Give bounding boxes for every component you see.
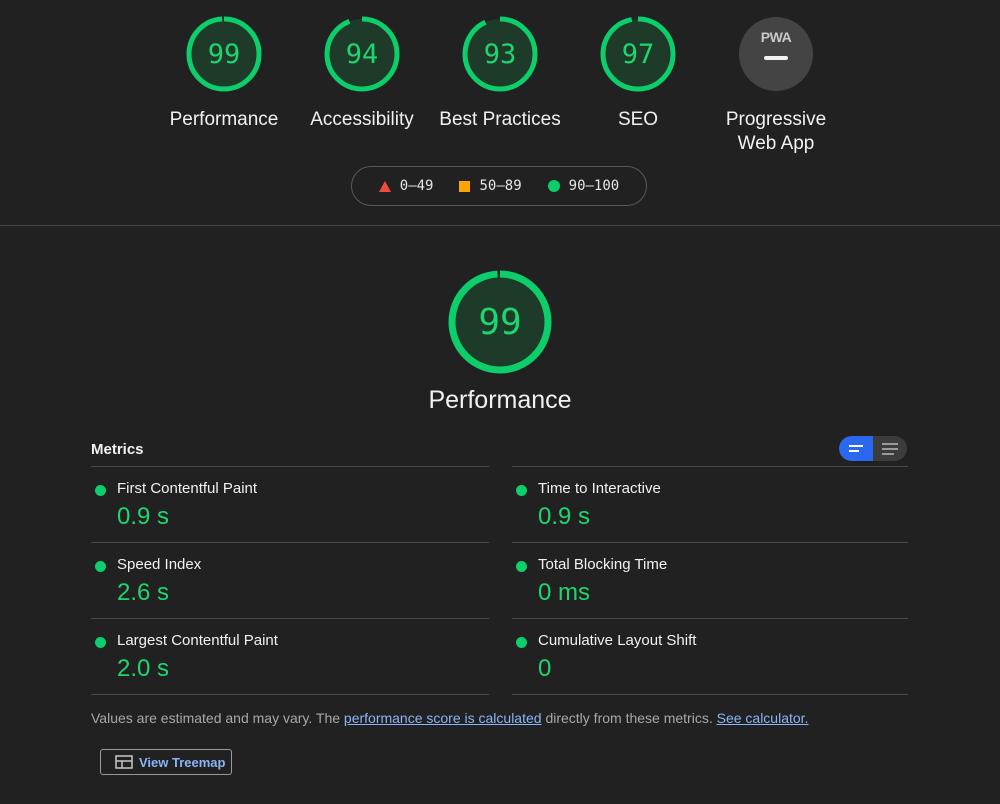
score-calculated-link[interactable]: performance score is calculated — [344, 710, 542, 726]
pass-circle-icon — [95, 485, 106, 496]
square-icon — [459, 180, 471, 192]
pass-circle-icon — [516, 637, 527, 648]
score-ring: 94 — [322, 14, 402, 94]
legend-average: 50–89 — [459, 178, 522, 194]
score-value: 93 — [483, 38, 517, 70]
legend-fail: 0–49 — [378, 178, 434, 194]
section-divider — [0, 225, 1000, 226]
metric-value: 2.0 s — [117, 655, 170, 682]
score-ring: 93 — [460, 14, 540, 94]
pwa-badge-icon: PWA — [739, 17, 813, 91]
see-calculator-link[interactable]: See calculator. — [717, 710, 809, 726]
metric-name: First Contentful Paint — [117, 480, 258, 497]
note-middle: directly from these metrics. — [541, 710, 717, 726]
view-treemap-button[interactable]: View Treemap — [100, 749, 232, 775]
metric-value: 0 ms — [538, 579, 591, 606]
pass-circle-icon — [516, 485, 527, 496]
metric-name: Time to Interactive — [538, 480, 661, 497]
metric-name: Largest Contentful Paint — [117, 632, 278, 649]
pass-circle-icon — [95, 637, 106, 648]
gauge-label: Performance — [169, 109, 279, 130]
expanded-view-button[interactable] — [873, 436, 907, 461]
gauge-label: SEO — [617, 109, 659, 130]
metrics-left-column: First Contentful Paint 0.9 s Speed Index… — [91, 466, 489, 695]
category-gauges: 99 Performance 94 Accessibility 93 Best … — [0, 14, 1000, 156]
metric-cumulative-layout-shift: Cumulative Layout Shift 0 — [512, 618, 908, 695]
score-value: 94 — [345, 38, 379, 70]
dash-icon — [764, 56, 788, 60]
gauge-label: Best Practices — [439, 109, 561, 130]
gauge-performance[interactable]: 99 Performance — [155, 14, 293, 156]
metrics-note: Values are estimated and may vary. The p… — [91, 710, 808, 726]
triangle-icon — [378, 180, 391, 192]
treemap-icon — [115, 755, 133, 769]
metrics-right-column: Time to Interactive 0.9 s Total Blocking… — [512, 466, 908, 695]
gauge-label-line1: Progressive — [725, 109, 827, 130]
circle-icon — [547, 180, 560, 192]
metric-name: Total Blocking Time — [538, 556, 668, 573]
list-compact-icon — [849, 445, 863, 452]
gauge-best-practices[interactable]: 93 Best Practices — [431, 14, 569, 156]
performance-score-value: 99 — [478, 301, 522, 343]
gauge-accessibility[interactable]: 94 Accessibility — [293, 14, 431, 156]
legend-fail-label: 0–49 — [399, 178, 434, 194]
metric-first-contentful-paint: First Contentful Paint 0.9 s — [91, 466, 489, 542]
score-ring: 97 — [598, 14, 678, 94]
legend-pass-label: 90–100 — [568, 178, 620, 194]
gauge-seo[interactable]: 97 SEO — [569, 14, 707, 156]
compact-view-button[interactable] — [839, 436, 873, 461]
gauge-label: Accessibility — [310, 109, 414, 130]
gauge-label: Progressive Web App — [726, 108, 826, 156]
performance-title: Performance — [428, 386, 572, 414]
metric-name: Cumulative Layout Shift — [538, 632, 697, 649]
metric-largest-contentful-paint: Largest Contentful Paint 2.0 s — [91, 618, 489, 695]
gauge-label-line2: Web App — [737, 133, 815, 154]
metrics-view-toggle[interactable] — [839, 436, 907, 461]
view-treemap-label: View Treemap — [139, 754, 226, 770]
metric-time-to-interactive: Time to Interactive 0.9 s — [512, 466, 908, 542]
score-ring: 99 — [184, 14, 264, 94]
metric-value: 0 — [538, 655, 552, 682]
gauge-pwa[interactable]: PWA Progressive Web App — [707, 14, 845, 156]
metrics-header: Metrics — [91, 441, 144, 458]
score-legend: 0–49 50–89 90–100 — [351, 166, 647, 206]
metric-speed-index: Speed Index 2.6 s — [91, 542, 489, 618]
score-value: 99 — [207, 38, 241, 70]
pass-circle-icon — [95, 561, 106, 572]
score-value: 97 — [621, 38, 655, 70]
metric-value: 2.6 s — [117, 579, 170, 606]
legend-pass: 90–100 — [547, 178, 620, 194]
metric-total-blocking-time: Total Blocking Time 0 ms — [512, 542, 908, 618]
pass-circle-icon — [516, 561, 527, 572]
metric-name: Speed Index — [117, 556, 202, 573]
performance-score-gauge: 99 — [446, 268, 554, 376]
note-prefix: Values are estimated and may vary. The — [91, 710, 344, 726]
metric-value: 0.9 s — [538, 503, 591, 530]
legend-average-label: 50–89 — [479, 178, 522, 194]
metric-value: 0.9 s — [117, 503, 170, 530]
pwa-badge-text: PWA — [760, 29, 792, 45]
list-expanded-icon — [882, 442, 898, 455]
